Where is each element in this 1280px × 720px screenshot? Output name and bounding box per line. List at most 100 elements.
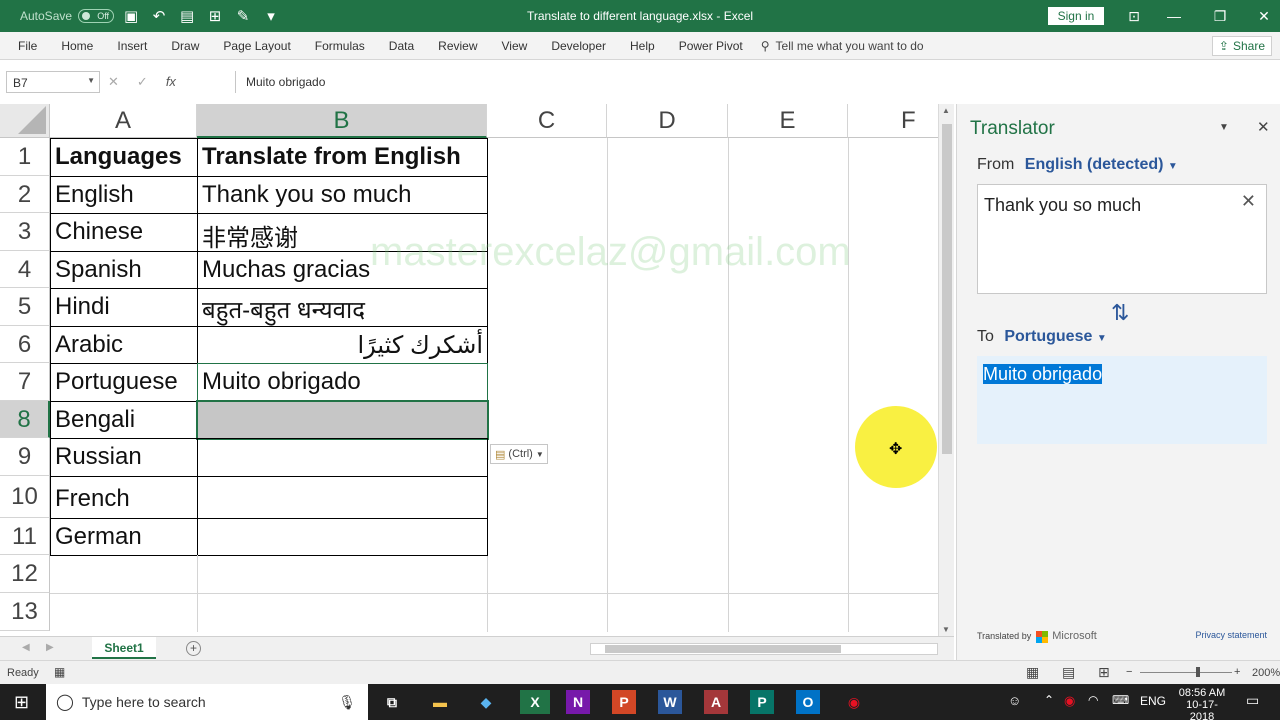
- cell-a3[interactable]: Chinese: [50, 213, 198, 252]
- microphone-icon[interactable]: 🎙: [338, 694, 356, 711]
- tab-formulas[interactable]: Formulas: [303, 39, 377, 53]
- sign-in-button[interactable]: Sign in: [1048, 7, 1104, 25]
- customize-qat-icon[interactable]: ▾: [260, 7, 282, 25]
- tab-power-pivot[interactable]: Power Pivot: [667, 39, 755, 53]
- cell-b5[interactable]: बहुत-बहुत धन्यवाद: [197, 288, 488, 327]
- excel-taskbar-icon[interactable]: X: [520, 690, 550, 714]
- tab-draw[interactable]: Draw: [159, 39, 211, 53]
- vertical-scroll-thumb[interactable]: [942, 124, 952, 454]
- column-header-c[interactable]: C: [487, 104, 607, 138]
- ribbon-display-icon[interactable]: ⊡: [1124, 7, 1144, 25]
- cell-b9[interactable]: [197, 438, 488, 477]
- cell-a6[interactable]: Arabic: [50, 326, 198, 364]
- zoom-slider[interactable]: [1140, 672, 1232, 673]
- name-box[interactable]: B7 ▼: [6, 71, 100, 93]
- column-header-e[interactable]: E: [728, 104, 848, 138]
- cell-a7[interactable]: Portuguese: [50, 363, 198, 402]
- cell-a10[interactable]: French: [50, 476, 198, 519]
- column-header-f[interactable]: F: [848, 104, 938, 138]
- cell-a5[interactable]: Hindi: [50, 288, 198, 327]
- tab-review[interactable]: Review: [426, 39, 489, 53]
- tab-home[interactable]: Home: [49, 39, 105, 53]
- tab-data[interactable]: Data: [377, 39, 426, 53]
- row-header-10[interactable]: 10: [0, 476, 50, 518]
- tab-help[interactable]: Help: [618, 39, 667, 53]
- row-header-9[interactable]: 9: [0, 438, 50, 476]
- tell-me-search[interactable]: ⚲ Tell me what you want to do: [755, 39, 924, 53]
- edit-icon[interactable]: ✎: [232, 7, 254, 25]
- autosave-toggle[interactable]: Off: [78, 9, 115, 23]
- row-header-6[interactable]: 6: [0, 326, 50, 363]
- column-header-d[interactable]: D: [607, 104, 728, 138]
- show-hidden-icons[interactable]: ⌃: [1044, 693, 1054, 707]
- cell-a1[interactable]: Languages: [50, 138, 198, 177]
- recording-tray-icon[interactable]: ◉: [1064, 693, 1075, 709]
- pane-options-icon[interactable]: ▼: [1219, 122, 1229, 133]
- access-icon[interactable]: A: [704, 690, 728, 714]
- row-header-11[interactable]: 11: [0, 518, 50, 555]
- to-language-dropdown[interactable]: Portuguese ▼: [1004, 328, 1106, 345]
- prev-sheet-icon[interactable]: ◀: [22, 642, 30, 653]
- scroll-up-icon[interactable]: ▲: [942, 106, 950, 115]
- outlook-icon[interactable]: O: [796, 690, 820, 714]
- cell-b3[interactable]: 非常感谢: [197, 213, 488, 252]
- close-icon[interactable]: ✕: [1254, 7, 1274, 25]
- people-icon[interactable]: ☺: [1008, 693, 1021, 708]
- cancel-entry-icon[interactable]: ✕: [108, 74, 119, 90]
- row-header-1[interactable]: 1: [0, 138, 50, 176]
- cell-b10[interactable]: [197, 476, 488, 519]
- row-header-12[interactable]: 12: [0, 555, 50, 593]
- row-header-2[interactable]: 2: [0, 176, 50, 213]
- swap-languages-icon[interactable]: ⇅: [1111, 300, 1129, 326]
- file-explorer-icon[interactable]: ▬: [428, 690, 452, 714]
- cell-a9[interactable]: Russian: [50, 438, 198, 477]
- undo-icon[interactable]: ↶: [148, 7, 170, 25]
- privacy-statement-link[interactable]: Privacy statement: [1195, 630, 1267, 643]
- zoom-in-icon[interactable]: +: [1234, 666, 1240, 678]
- row-header-5[interactable]: 5: [0, 288, 50, 326]
- cell-b6[interactable]: أشكرك كثيرًا: [197, 326, 488, 364]
- horizontal-scrollbar[interactable]: [590, 643, 938, 655]
- powerpoint-icon[interactable]: P: [612, 690, 636, 714]
- minimize-icon[interactable]: —: [1164, 7, 1184, 25]
- cell-b1[interactable]: Translate from English: [197, 138, 488, 177]
- zoom-out-icon[interactable]: −: [1126, 666, 1132, 678]
- source-text-input[interactable]: Thank you so much ✕: [977, 184, 1267, 294]
- taskbar-search[interactable]: ◯ Type here to search 🎙: [46, 684, 368, 720]
- formula-input[interactable]: Muito obrigado: [235, 71, 1275, 93]
- zoom-slider-thumb[interactable]: [1196, 667, 1200, 677]
- page-layout-view-icon[interactable]: ▤: [1062, 664, 1075, 681]
- next-sheet-icon[interactable]: ▶: [46, 642, 54, 653]
- confirm-entry-icon[interactable]: ✓: [137, 74, 148, 90]
- windows-start-icon[interactable]: ⊞: [14, 692, 29, 713]
- tab-page-layout[interactable]: Page Layout: [211, 39, 302, 53]
- row-header-4[interactable]: 4: [0, 251, 50, 288]
- wifi-icon[interactable]: ◠: [1088, 693, 1098, 707]
- onenote-icon[interactable]: N: [566, 690, 590, 714]
- share-button[interactable]: ⇪ Share: [1211, 36, 1272, 56]
- insert-function-icon[interactable]: fx: [166, 74, 176, 90]
- scroll-down-icon[interactable]: ▼: [942, 625, 950, 634]
- normal-view-icon[interactable]: ▦: [1026, 664, 1039, 681]
- store-icon[interactable]: ◆: [474, 690, 498, 714]
- row-header-8[interactable]: 8: [0, 401, 50, 438]
- page-break-view-icon[interactable]: ⊞: [1098, 664, 1110, 681]
- translation-output[interactable]: Muito obrigado: [977, 356, 1267, 444]
- form-icon[interactable]: ▤: [176, 7, 198, 25]
- close-pane-icon[interactable]: ✕: [1257, 118, 1270, 136]
- cell-b7[interactable]: Muito obrigado: [197, 363, 488, 402]
- macro-record-icon[interactable]: ▦: [54, 665, 65, 679]
- task-view-icon[interactable]: ⧉: [380, 690, 404, 714]
- worksheet-grid[interactable]: A B C D E F 1 2 3 4 5 6 7 8 9 10 11 12 1…: [0, 104, 938, 632]
- column-header-a[interactable]: A: [50, 104, 197, 138]
- keyboard-icon[interactable]: ⌨: [1112, 693, 1129, 707]
- cell-a2[interactable]: English: [50, 176, 198, 214]
- publisher-icon[interactable]: P: [750, 690, 774, 714]
- cell-b2[interactable]: Thank you so much: [197, 176, 488, 214]
- input-language[interactable]: ENG: [1140, 694, 1166, 708]
- restore-icon[interactable]: ❐: [1210, 7, 1230, 25]
- column-header-b[interactable]: B: [197, 104, 487, 138]
- tab-developer[interactable]: Developer: [539, 39, 618, 53]
- horizontal-scroll-thumb[interactable]: [605, 645, 841, 653]
- cell-b4[interactable]: Muchas gracias: [197, 251, 488, 289]
